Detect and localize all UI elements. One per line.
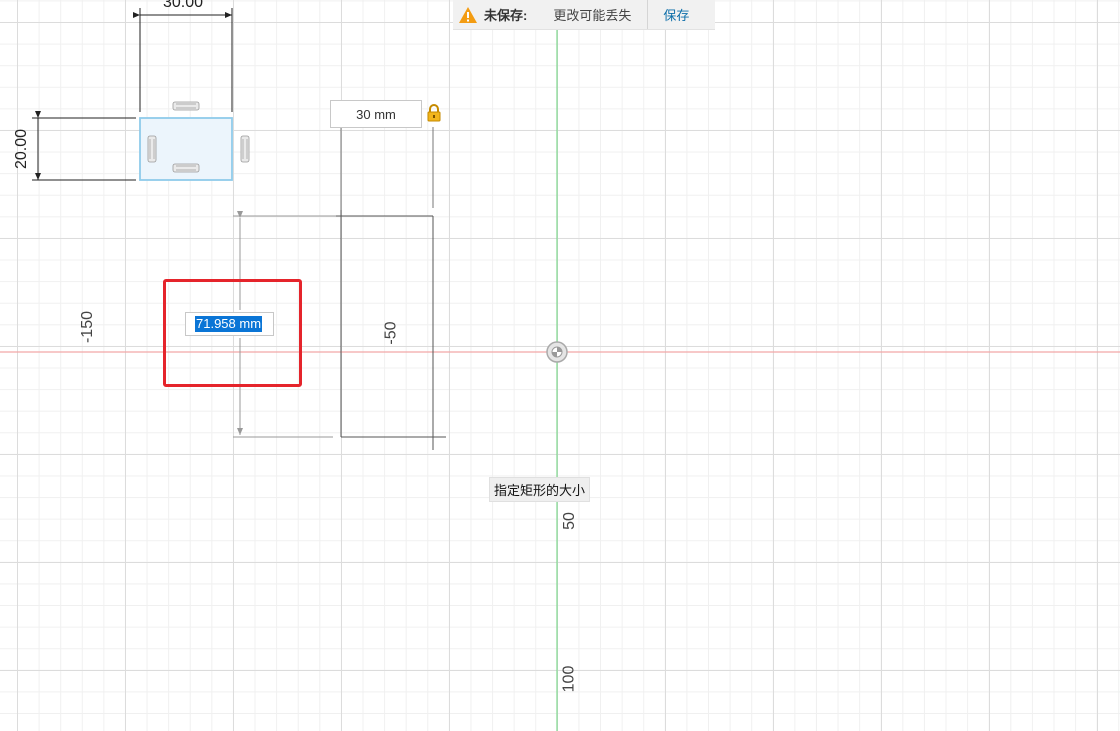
unsaved-notification: 未保存: 更改可能丢失 保存: [453, 0, 715, 30]
lock-icon: [426, 104, 442, 122]
axis-label-neg150: -150: [79, 310, 97, 344]
small-width-dimension[interactable]: 30.00: [163, 0, 203, 11]
axis-label-neg50: -50: [382, 321, 400, 345]
save-link[interactable]: 保存: [663, 5, 689, 24]
origin-point: [546, 341, 568, 363]
selected-input-text: 71.958 mm: [195, 316, 263, 332]
small-height-dimension[interactable]: 20.00: [13, 129, 30, 169]
notification-title: 未保存:: [484, 8, 528, 23]
width-dimension-input[interactable]: 30 mm: [330, 100, 422, 128]
axis-label-50: 50: [560, 512, 578, 530]
sketch-canvas[interactable]: 未保存: 更改可能丢失 保存 30.00 20.00 30 mm -150 -5…: [0, 0, 1120, 731]
width-dimension-witness: [340, 127, 434, 210]
warning-triangle-icon: [458, 5, 478, 25]
small-rectangle-group: [32, 8, 250, 181]
notification-divider: [647, 0, 649, 29]
notification-message: 更改可能丢失: [553, 8, 632, 23]
axis-label-100: 100: [560, 665, 578, 693]
tooltip: 指定矩形的大小: [489, 477, 591, 502]
height-dimension-input[interactable]: 71.958 mm: [185, 312, 274, 336]
